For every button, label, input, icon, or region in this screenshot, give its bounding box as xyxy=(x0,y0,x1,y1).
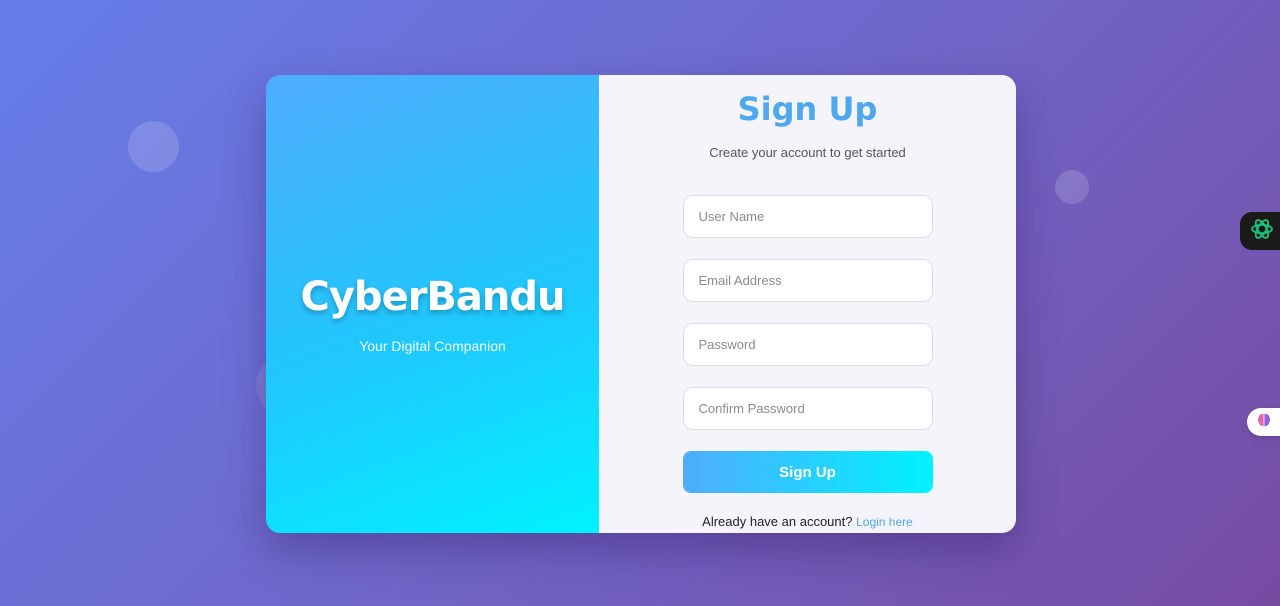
brand-tagline: Your Digital Companion xyxy=(359,338,506,354)
username-field[interactable] xyxy=(682,195,933,238)
confirm-password-field[interactable] xyxy=(682,387,933,430)
brand-title: CyberBandu xyxy=(300,274,566,320)
openai-knot-icon xyxy=(1249,216,1275,247)
brain-icon xyxy=(1256,412,1272,433)
sign-up-button[interactable]: Sign Up xyxy=(682,451,933,493)
login-prompt-row: Already have an account? Login here xyxy=(702,514,913,529)
decorative-bubble xyxy=(128,121,179,172)
signup-card: CyberBandu Your Digital Companion Sign U… xyxy=(266,75,1016,533)
brain-extension-button[interactable] xyxy=(1247,408,1280,436)
ai-assistant-extension-button[interactable] xyxy=(1240,212,1280,250)
email-field[interactable] xyxy=(682,259,933,302)
page-title: Sign Up xyxy=(737,90,878,128)
brand-panel: CyberBandu Your Digital Companion xyxy=(266,75,599,533)
login-link[interactable]: Login here xyxy=(856,515,913,529)
password-field[interactable] xyxy=(682,323,933,366)
login-prompt-text: Already have an account? xyxy=(702,514,853,529)
decorative-bubble xyxy=(1055,170,1089,204)
signup-form: Sign Up Create your account to get start… xyxy=(599,75,1016,533)
form-subtitle: Create your account to get started xyxy=(709,145,906,160)
